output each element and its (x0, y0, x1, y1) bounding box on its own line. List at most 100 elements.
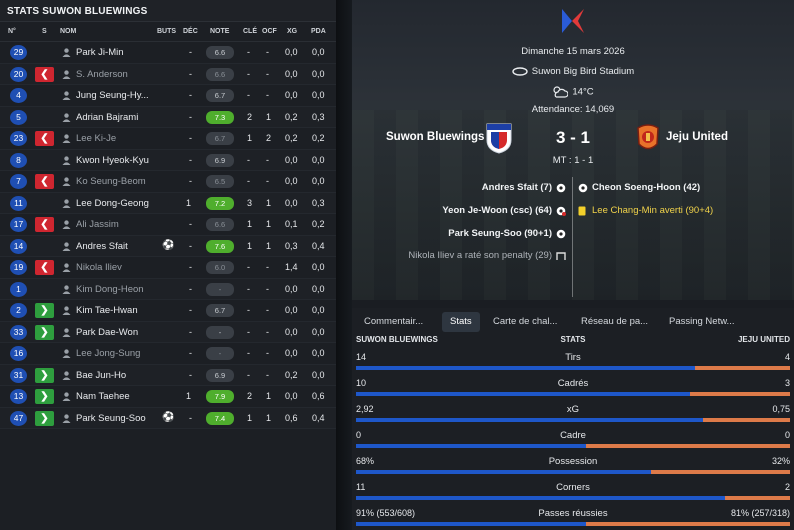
pda-value: 0,0 (312, 262, 325, 272)
table-row[interactable]: 1 Kim Dong-Heon - - - - 0,0 0,0 (0, 278, 336, 300)
col-key-passes[interactable]: CLÉ (243, 28, 257, 35)
pda-value: 0,0 (312, 47, 325, 57)
table-row[interactable]: 14 Andres Sfait ⚽ - 7.6 1 1 0,3 0,4 (0, 235, 336, 257)
table-row[interactable]: 33 ❯ Park Dae-Won - - - - 0,0 0,0 (0, 321, 336, 343)
xg-value: 0,0 (285, 154, 298, 165)
chances-value: 1 (266, 412, 272, 423)
player-name[interactable]: S. Anderson (76, 69, 128, 80)
player-name[interactable]: Andres Sfait (76, 241, 128, 252)
tab-commentary[interactable]: Commentair... (356, 312, 431, 332)
chances-value: - (266, 326, 269, 337)
rating-badge: 6.6 (206, 46, 234, 59)
chances-value: - (266, 176, 269, 186)
table-row[interactable]: 20 ❮ S. Anderson - 6.6 - - 0,0 0,0 (0, 63, 336, 85)
table-row[interactable]: 13 ❯ Nam Taehee 1 7.9 2 1 0,0 0,6 (0, 386, 336, 408)
col-sub[interactable]: S (42, 28, 47, 35)
player-name[interactable]: Lee Ki-Je (76, 133, 116, 144)
stat-comparison-bar (356, 366, 790, 370)
substituted-in-icon: ❯ (35, 410, 54, 426)
home-share-fill (356, 522, 587, 526)
col-name[interactable]: NOM (60, 28, 76, 35)
player-name[interactable]: Kim Dong-Heon (76, 284, 144, 295)
player-name[interactable]: Park Seung-Soo (76, 413, 146, 424)
away-team-name[interactable]: Jeju United (666, 131, 728, 143)
col-xg[interactable]: XG (287, 28, 297, 35)
rating-badge: 6.7 (206, 132, 234, 145)
player-name[interactable]: Kim Tae-Hwan (76, 305, 138, 316)
key-passes-value: - (247, 90, 250, 100)
stat-away-value: 2 (784, 482, 790, 492)
stat-label: Passes réussies (538, 508, 608, 519)
tab-passing-network[interactable]: Passing Netw... (661, 312, 742, 332)
col-chances[interactable]: OCF (262, 28, 277, 35)
substituted-in-icon: ❯ (35, 303, 54, 318)
col-pda[interactable]: PDA (311, 28, 326, 35)
table-row[interactable]: 47 ❯ Park Seung-Soo ⚽ - 7.4 1 1 0,6 0,4 (0, 407, 336, 429)
rating-badge: 7.3 (206, 110, 234, 124)
column-headers: N° S NOM BUTS DÉC NOTE CLÉ OCF XG PDA (0, 22, 336, 42)
tab-heatmap[interactable]: Carte de chal... (485, 312, 565, 332)
player-name[interactable]: Jung Seung-Hy... (76, 90, 149, 101)
rating-badge: - (206, 325, 234, 339)
rating-badge: 6.7 (206, 304, 234, 317)
stat-away-value: 32% (771, 456, 790, 466)
table-row[interactable]: 5 Adrian Bajrami - 7.3 2 1 0,2 0,3 (0, 106, 336, 128)
player-list: 29 Park Ji-Min - 6.6 - - 0,0 0,0 20 ❮ S. Anderson -… (0, 42, 336, 429)
key-passes-value: - (247, 176, 250, 186)
table-row[interactable]: 4 Jung Seung-Hy... - 6.7 - - 0,0 0,0 (0, 85, 336, 107)
player-name[interactable]: Nikola Iliev (76, 262, 122, 273)
stat-label: Possession (548, 456, 598, 467)
player-name[interactable]: Nam Taehee (76, 391, 130, 402)
player-name[interactable]: Ko Seung-Beom (76, 176, 146, 187)
tab-stats[interactable]: Stats (442, 312, 480, 332)
away-team-crest-icon[interactable] (635, 122, 661, 154)
table-row[interactable]: 29 Park Ji-Min - 6.6 - - 0,0 0,0 (0, 42, 336, 64)
xg-value: 0,0 (285, 283, 298, 294)
table-row[interactable]: 31 ❯ Bae Jun-Ho - 6.9 - - 0,2 0,0 (0, 364, 336, 386)
table-row[interactable]: 8 Kwon Hyeok-Kyu - 6.9 - - 0,0 0,0 (0, 149, 336, 171)
table-row[interactable]: 23 ❮ Lee Ki-Je - 6.7 1 2 0,2 0,2 (0, 128, 336, 150)
stat-away-value: 81% (257/318) (730, 508, 790, 518)
player-name[interactable]: Park Ji-Min (76, 47, 124, 58)
rating-badge: 7.2 (206, 196, 234, 210)
table-row[interactable]: 16 Lee Jong-Sung - - - - 0,0 0,0 (0, 343, 336, 365)
table-row[interactable]: 19 ❮ Nikola Iliev - 6.0 - - 1,4 0,0 (0, 257, 336, 279)
table-row[interactable]: 17 ❮ Ali Jassim - 6.6 1 1 0,1 0,2 (0, 214, 336, 236)
key-passes-value: - (247, 348, 250, 358)
shirt-number: 4 (10, 88, 27, 103)
shirt-number: 11 (10, 195, 27, 211)
table-row[interactable]: 11 Lee Dong-Geong 1 7.2 3 1 0,0 0,3 (0, 192, 336, 214)
col-decisive[interactable]: DÉC (183, 28, 198, 35)
away-event: Cheon Soeng-Hoon (42) (592, 182, 701, 193)
player-icon (62, 134, 71, 143)
table-row[interactable]: 7 ❮ Ko Seung-Beom - 6.5 - - 0,0 0,0 (0, 171, 336, 193)
key-passes-value: 1 (247, 240, 253, 251)
stadium: Suwon Big Bird Stadium (352, 66, 794, 77)
pda-value: 0,0 (312, 283, 325, 294)
xg-value: 0,6 (285, 412, 298, 423)
shirt-number: 2 (10, 303, 27, 318)
chances-value: - (266, 305, 269, 315)
stat-away-value: 4 (784, 352, 790, 362)
player-name[interactable]: Lee Dong-Geong (76, 198, 149, 209)
stadium-icon (512, 67, 528, 76)
player-name[interactable]: Park Dae-Won (76, 327, 138, 338)
table-row[interactable]: 2 ❯ Kim Tae-Hwan - 6.7 - - 0,0 0,0 (0, 300, 336, 322)
player-name[interactable]: Adrian Bajrami (76, 112, 138, 123)
chances-value: - (266, 283, 269, 294)
player-name[interactable]: Ali Jassim (76, 219, 119, 230)
pda-value: 0,2 (312, 219, 325, 229)
match-summary: Dimanche 15 mars 2026 Suwon Big Bird Sta… (352, 0, 794, 300)
stat-row: 14 Tirs 4 (352, 348, 794, 374)
decisive-value: - (189, 283, 192, 294)
player-name[interactable]: Lee Jong-Sung (76, 348, 140, 359)
own-goal-icon (556, 206, 566, 216)
player-name[interactable]: Bae Jun-Ho (76, 370, 126, 381)
home-share-fill (356, 392, 691, 396)
col-number[interactable]: N° (8, 28, 16, 35)
player-name[interactable]: Kwon Hyeok-Kyu (76, 155, 149, 166)
key-passes-value: - (247, 47, 250, 57)
col-rating[interactable]: NOTE (210, 28, 229, 35)
tab-pass-network[interactable]: Réseau de pa... (573, 312, 656, 332)
col-goals[interactable]: BUTS (157, 28, 176, 35)
